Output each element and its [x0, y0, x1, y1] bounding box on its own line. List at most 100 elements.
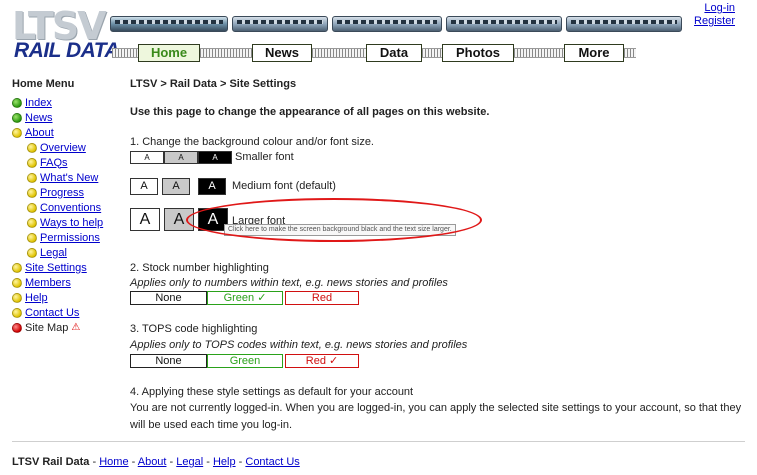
- register-link[interactable]: Register: [694, 15, 735, 28]
- nav-divider: [624, 48, 636, 58]
- sidebar-item-whats-new[interactable]: What's New: [12, 170, 112, 185]
- sidebar-item-overview[interactable]: Overview: [12, 140, 112, 155]
- sidebar-item-legal[interactable]: Legal: [12, 245, 112, 260]
- nav-divider: [312, 48, 366, 58]
- small-font-label: Smaller font: [235, 151, 294, 163]
- red-dot-icon: [12, 322, 22, 333]
- sidebar-item-label[interactable]: News: [25, 111, 53, 125]
- sidebar-item-permissions[interactable]: Permissions: [12, 230, 112, 245]
- sidebar-item-ways-to-help[interactable]: Ways to help: [12, 215, 112, 230]
- yellow-dot-icon: [12, 292, 22, 303]
- sidebar-item-news[interactable]: News: [12, 110, 112, 125]
- yellow-dot-icon: [27, 217, 37, 228]
- sidebar-item-contact-us[interactable]: Contact Us: [12, 305, 112, 320]
- nav-tab-news[interactable]: News: [252, 44, 312, 62]
- medium-font-grey-button[interactable]: A: [162, 178, 190, 195]
- yellow-dot-icon: [12, 127, 22, 138]
- yellow-dot-icon: [27, 142, 37, 153]
- footer-link-legal[interactable]: Legal: [176, 456, 203, 468]
- sidebar-item-conventions[interactable]: Conventions: [12, 200, 112, 215]
- yellow-dot-icon: [27, 157, 37, 168]
- nav-divider: [422, 48, 442, 58]
- sidebar-item-label[interactable]: Permissions: [40, 231, 100, 245]
- nav-tab-photos[interactable]: Photos: [442, 44, 514, 62]
- footer-link-contact-us[interactable]: Contact Us: [245, 456, 299, 468]
- sidebar-title: Home Menu: [12, 78, 75, 90]
- sidebar-item-label[interactable]: Overview: [40, 141, 86, 155]
- tops-highlight-green-button[interactable]: Green: [207, 354, 283, 368]
- large-font-white-button[interactable]: A: [130, 208, 160, 231]
- footer-brand: LTSV Rail Data: [12, 456, 90, 468]
- warning-triangle-icon: ⚠: [71, 321, 81, 333]
- nav-divider: [200, 48, 252, 58]
- tooltip: Click here to make the screen background…: [224, 224, 456, 236]
- medium-font-black-button[interactable]: A: [198, 178, 226, 195]
- nav-tab-data[interactable]: Data: [366, 44, 422, 62]
- section-1-title: 1. Change the background colour and/or f…: [130, 136, 374, 148]
- sidebar-item-label[interactable]: What's New: [40, 171, 98, 185]
- sidebar-item-progress[interactable]: Progress: [12, 185, 112, 200]
- stock-highlight-red-button[interactable]: Red: [285, 291, 359, 305]
- footer-link-help[interactable]: Help: [213, 456, 236, 468]
- sidebar-item-label[interactable]: Index: [25, 96, 52, 110]
- train-banner-image: [110, 12, 740, 34]
- sidebar-item-index[interactable]: Index: [12, 95, 112, 110]
- footer-link-about[interactable]: About: [138, 456, 167, 468]
- nav-divider: [112, 48, 138, 58]
- small-font-black-button[interactable]: A: [198, 151, 232, 164]
- sidebar-item-label[interactable]: Conventions: [40, 201, 101, 215]
- tops-highlight-red-button[interactable]: Red ✓: [285, 354, 359, 368]
- coach-image: [232, 16, 328, 32]
- section-3-note: Applies only to TOPS codes within text, …: [130, 339, 468, 351]
- page-intro: Use this page to change the appearance o…: [130, 106, 490, 118]
- green-dot-icon: [12, 97, 22, 108]
- sidebar-item-site-settings[interactable]: Site Settings: [12, 260, 112, 275]
- nav-divider: [514, 48, 564, 58]
- nav-tab-more[interactable]: More: [564, 44, 624, 62]
- footer-separator: -: [203, 456, 213, 468]
- large-font-grey-button[interactable]: A: [164, 208, 194, 231]
- footer-divider: [12, 441, 745, 442]
- sidebar-item-label[interactable]: Site Settings: [25, 261, 87, 275]
- sidebar-item-label[interactable]: Members: [25, 276, 71, 290]
- sidebar-item-label[interactable]: Legal: [40, 246, 67, 260]
- yellow-dot-icon: [27, 202, 37, 213]
- breadcrumb: LTSV > Rail Data > Site Settings: [130, 78, 297, 90]
- green-dot-icon: [12, 112, 22, 123]
- yellow-dot-icon: [27, 187, 37, 198]
- sidebar-item-help[interactable]: Help: [12, 290, 112, 305]
- nav-tab-home[interactable]: Home: [138, 44, 200, 62]
- sidebar-item-members[interactable]: Members: [12, 275, 112, 290]
- site-header: LTSV RAIL DATA Home News Data Photos Mor…: [0, 0, 757, 62]
- yellow-dot-icon: [12, 307, 22, 318]
- logo-subtitle: RAIL DATA: [14, 39, 120, 62]
- sidebar-item-label[interactable]: Progress: [40, 186, 84, 200]
- sidebar-item-about[interactable]: About: [12, 125, 112, 140]
- sidebar-item-label[interactable]: Contact Us: [25, 306, 79, 320]
- footer-separator: -: [89, 456, 100, 468]
- section-2-note: Applies only to numbers within text, e.g…: [130, 277, 448, 289]
- sidebar-item-label[interactable]: About: [25, 126, 54, 140]
- main-nav: Home News Data Photos More: [112, 44, 636, 62]
- login-link[interactable]: Log-in: [694, 2, 735, 15]
- small-font-white-button[interactable]: A: [130, 151, 164, 164]
- medium-font-white-button[interactable]: A: [130, 178, 158, 195]
- small-font-grey-button[interactable]: A: [164, 151, 198, 164]
- sidebar-item-label[interactable]: Help: [25, 291, 48, 305]
- footer-separator: -: [166, 456, 177, 468]
- section-4-title: 4. Applying these style settings as defa…: [130, 386, 414, 398]
- stock-highlight-none-button[interactable]: None: [130, 291, 207, 305]
- section-3-title: 3. TOPS code highlighting: [130, 323, 258, 335]
- tops-highlight-none-button[interactable]: None: [130, 354, 207, 368]
- coach-image: [332, 16, 442, 32]
- footer-separator: -: [235, 456, 246, 468]
- site-footer: LTSV Rail Data - Home - About - Legal - …: [12, 456, 300, 468]
- footer-separator: -: [128, 456, 138, 468]
- auth-links: Log-in Register: [694, 2, 735, 28]
- sidebar-item-faqs[interactable]: FAQs: [12, 155, 112, 170]
- sidebar-item-label[interactable]: Ways to help: [40, 216, 103, 230]
- footer-link-home[interactable]: Home: [99, 456, 128, 468]
- sidebar-item-label[interactable]: FAQs: [40, 156, 68, 170]
- section-4-text: You are not currently logged-in. When yo…: [130, 402, 742, 431]
- stock-highlight-green-button[interactable]: Green ✓: [207, 291, 283, 305]
